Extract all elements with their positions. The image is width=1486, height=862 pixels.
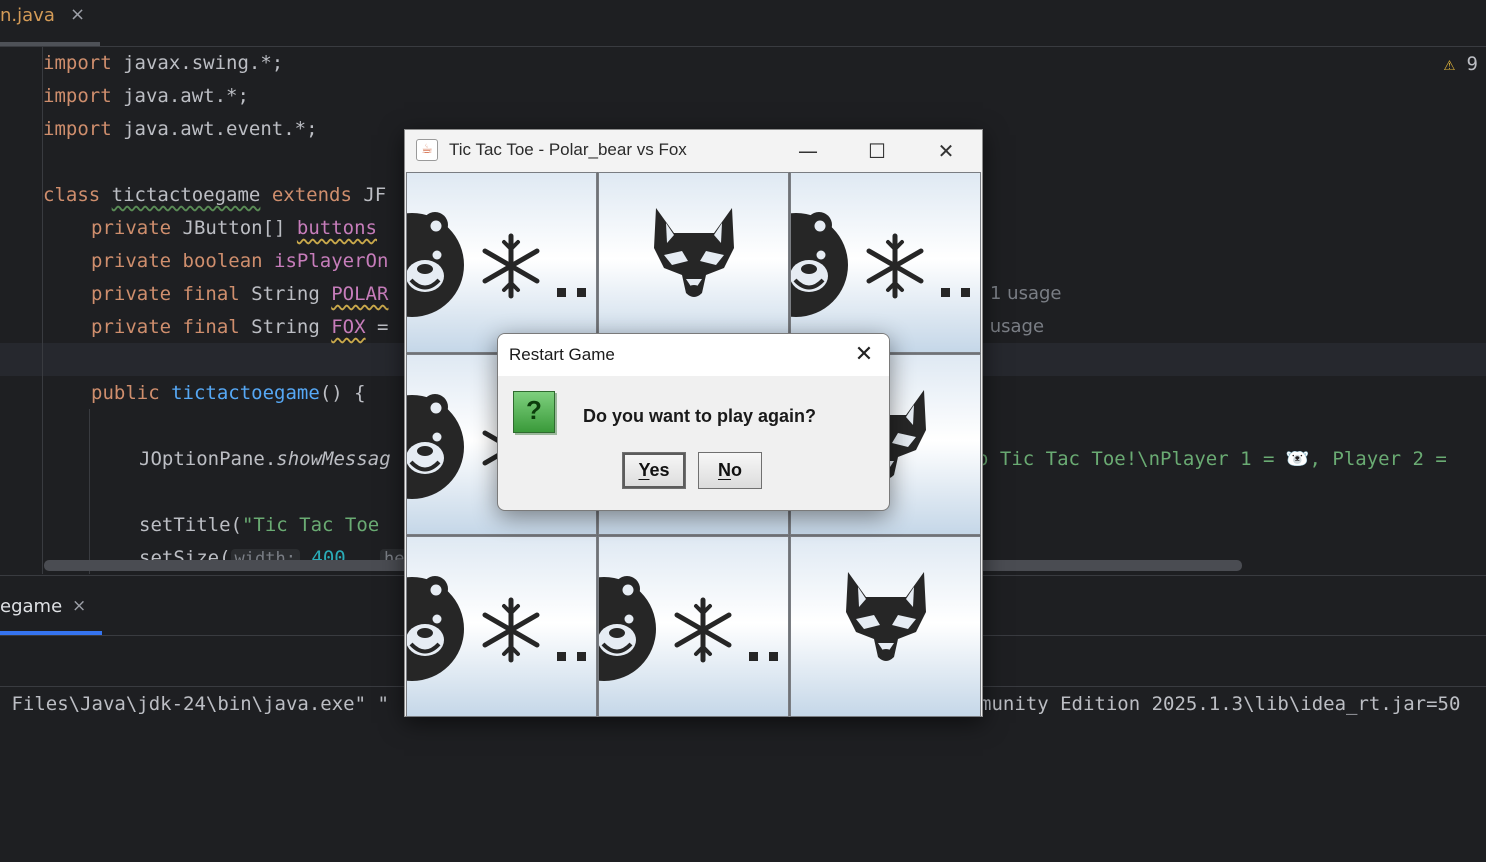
board-cell-8[interactable] [598,536,789,717]
code-line: import javax.swing.*; [43,52,284,74]
game-window-title: Tic Tac Toe - Polar_bear vs Fox [449,140,687,159]
java-cup-icon: ☕ [416,139,438,161]
code-line: private final String FOX = [91,316,389,338]
minimize-button[interactable]: — [785,136,831,166]
editor-tab-main-java[interactable]: n.java × [0,0,100,46]
maximize-button[interactable]: ☐ [854,136,900,166]
restart-dialog: Restart Game ✕ ? Do you want to play aga… [497,333,890,511]
board-cell-9[interactable] [790,536,981,717]
polar-bear-icon [599,576,778,681]
editor-tab-bar: n.java × [0,0,1486,47]
code-line: setTitle("Tic Tac Toe [139,514,391,536]
code-line: private final String POLAR [91,283,389,305]
board-cell-7[interactable] [406,536,597,717]
dialog-close-button[interactable]: ✕ [849,340,879,370]
warning-icon: ⚠ [1443,53,1456,75]
code-line: import java.awt.event.*; [43,118,318,140]
fox-icon [654,208,734,297]
warnings-indicator[interactable]: ⚠ 9 [1444,53,1478,75]
console-line-left: Files\Java\jdk-24\bin\java.exe" " [0,693,389,715]
editor-tab-underline [0,42,100,46]
question-icon: ? [513,391,555,433]
dialog-message: Do you want to play again? [583,406,817,426]
usage-hint[interactable]: 1 usage [990,283,1062,304]
code-line: private JButton[] buttons [91,217,377,239]
fox-icon [846,572,926,661]
warning-count: 9 [1466,53,1478,75]
game-titlebar[interactable]: ☕ Tic Tac Toe - Polar_bear vs Fox — ☐ ✕ [405,130,982,172]
run-tab-label: egame [0,596,63,617]
code-line: class tictactoegame extends JF [43,184,387,206]
board-cell-2[interactable] [598,172,789,353]
dialog-titlebar[interactable]: Restart Game ✕ [498,334,889,376]
editor-tab-label: n.java [0,5,55,26]
polar-bear-icon [407,576,586,681]
code-line: import java.awt.*; [43,85,249,107]
yes-button[interactable]: Yes [622,452,686,489]
run-tab-close-icon[interactable]: × [72,596,86,616]
indent-guide [89,409,90,574]
editor-tab-close-icon[interactable]: × [70,4,85,25]
close-button[interactable]: ✕ [923,136,969,166]
polar-bear-icon [791,212,970,317]
code-line: JOptionPane.showMessag [139,448,391,470]
polar-bear-icon [407,212,586,317]
usage-hint[interactable]: l usage [979,316,1044,337]
console-line-right: munity Edition 2025.1.3\lib\idea_rt.jar=… [980,693,1461,715]
board-cell-1[interactable] [406,172,597,353]
run-tab-tictactoegame[interactable]: egame × [0,576,102,635]
code-line: private boolean isPlayerOn [91,250,389,272]
board-cell-3[interactable] [790,172,981,353]
dialog-title: Restart Game [509,345,615,364]
code-line: public tictactoegame() { [91,382,389,404]
code-line-fragment: o Tic Tac Toe!\nPlayer 1 = 🐻‍❄️, Player … [977,448,1447,470]
no-button[interactable]: No [698,452,762,489]
